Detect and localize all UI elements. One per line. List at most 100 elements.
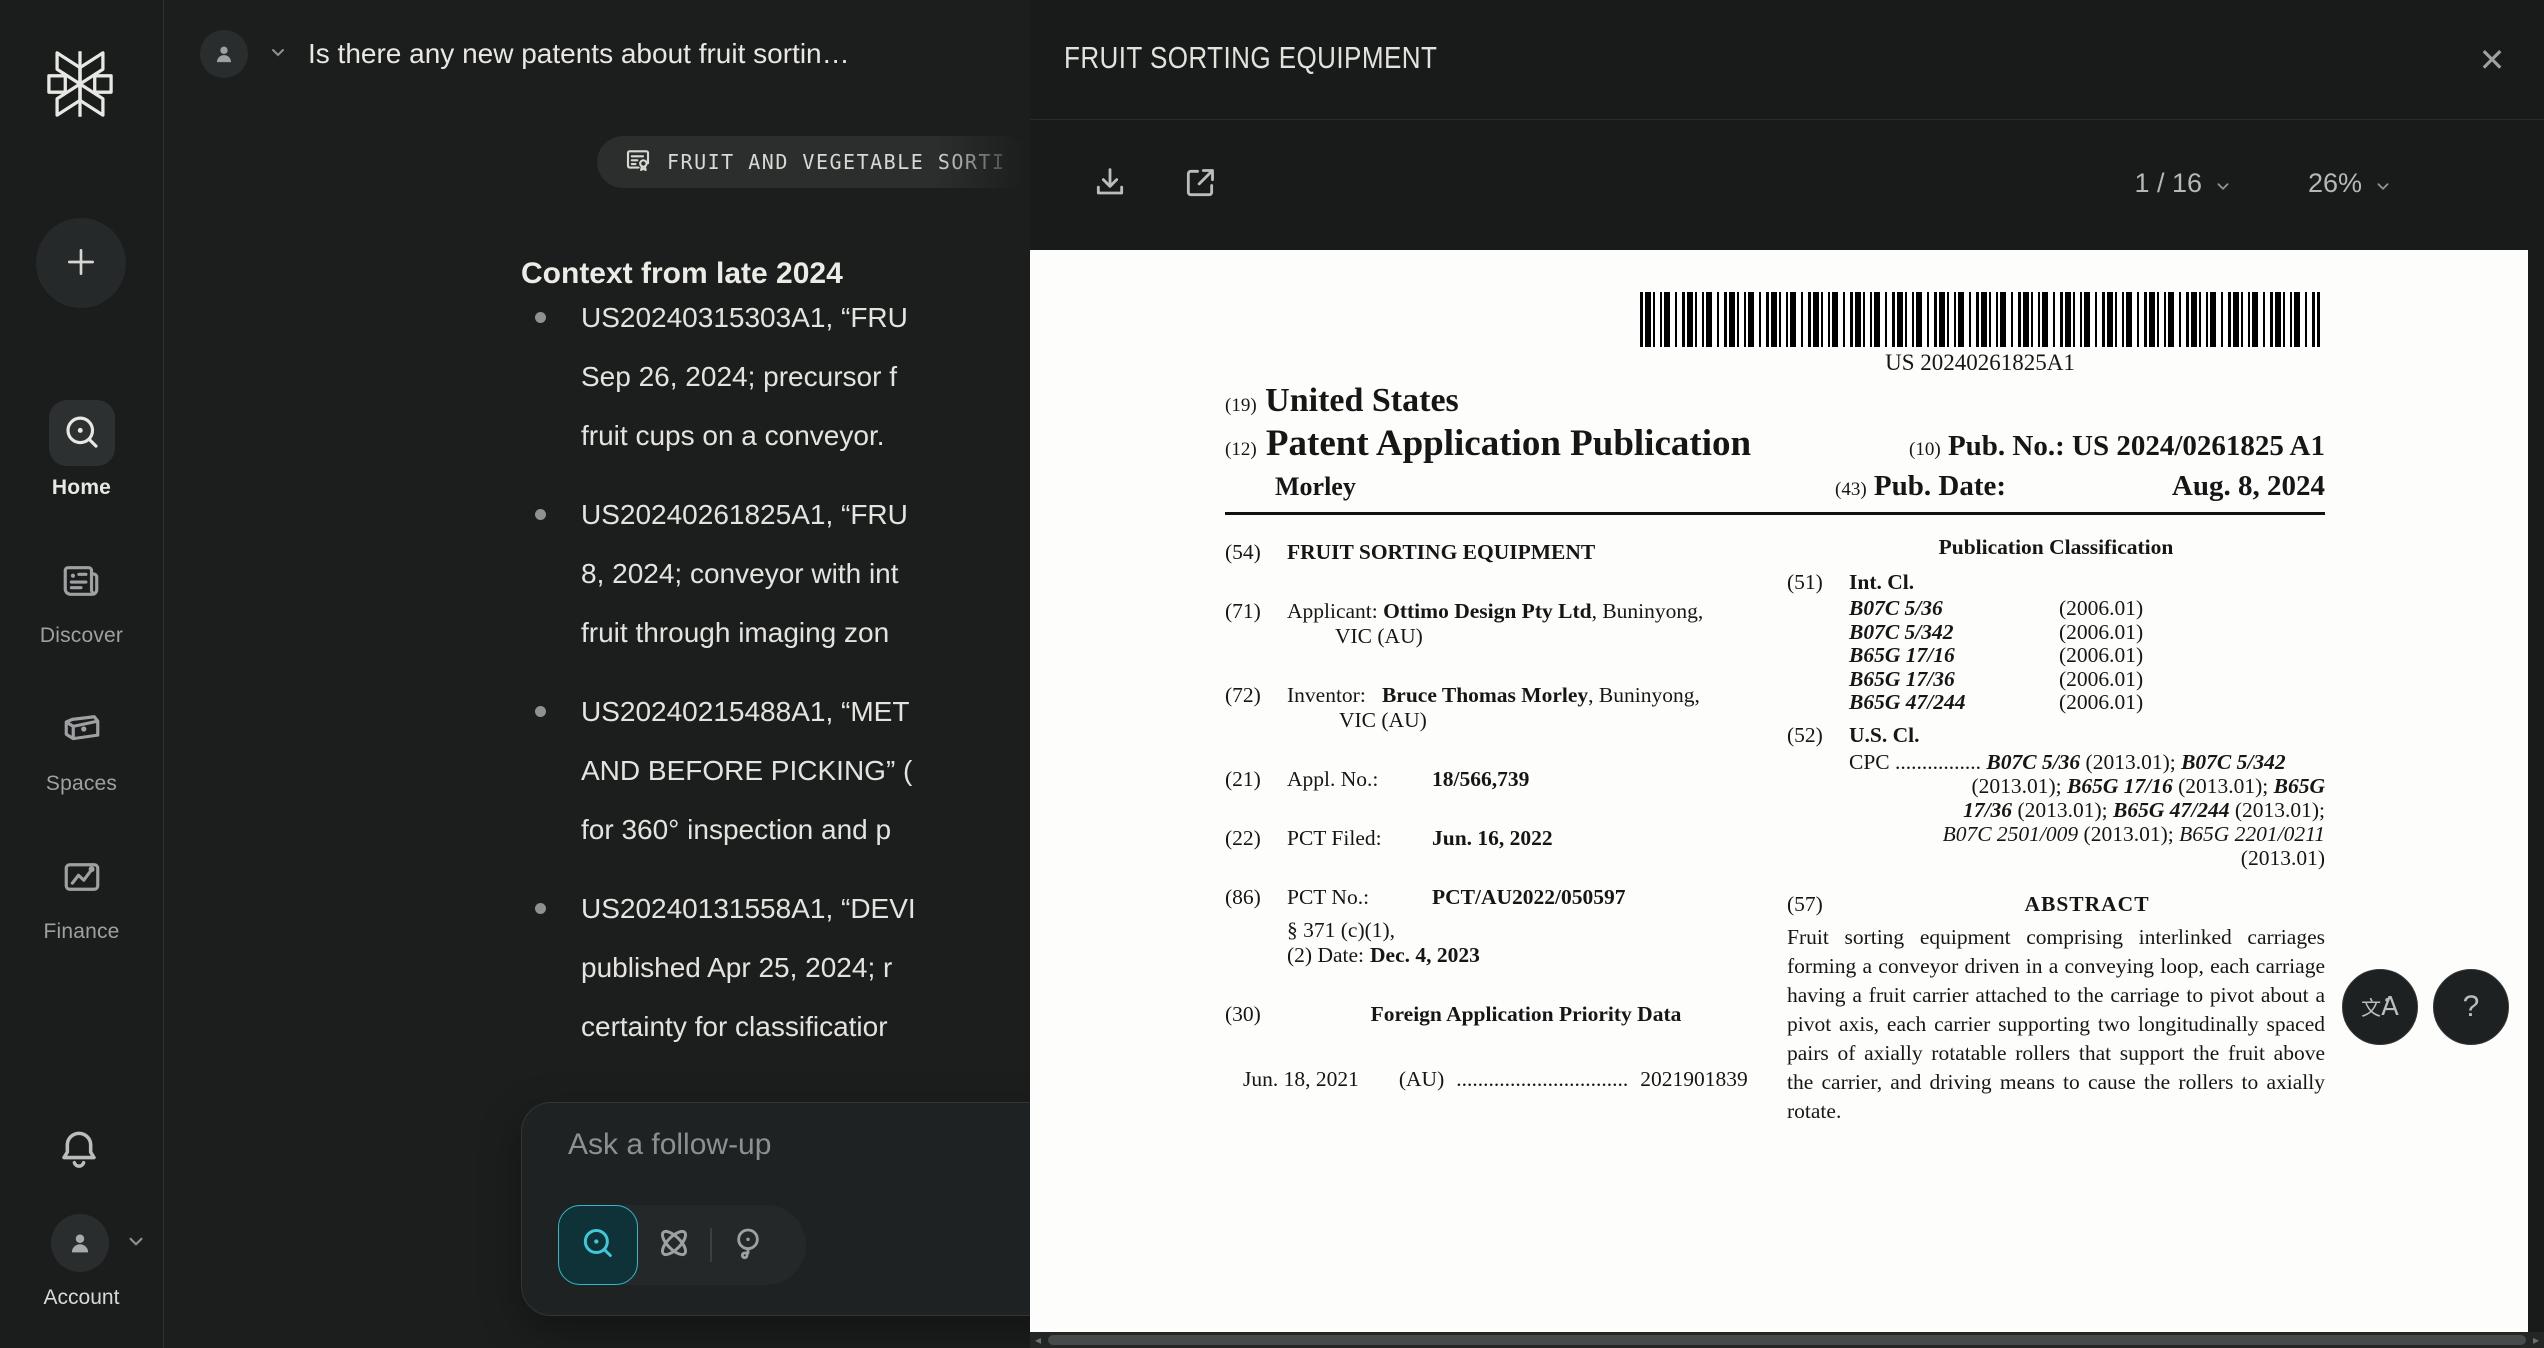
sidebar-nav: Home Discover xyxy=(0,400,163,944)
sidebar-item-spaces[interactable]: Spaces xyxy=(46,696,117,796)
bullet-line: certainty for classificatior xyxy=(581,997,1041,1056)
doc-pct-no-row: (86) PCT No.: PCT/AU2022/050597 xyxy=(1225,885,1765,910)
attachment-badge-label: FRUIT AND VEGETABLE SORTI xyxy=(667,150,1006,174)
research-mode-button[interactable] xyxy=(638,1222,710,1269)
bullet-line: fruit cups on a conveyor. xyxy=(581,406,1041,465)
doc-inventor-row: (72) Inventor: Bruce Thomas Morley, Buni… xyxy=(1225,683,1765,733)
account-menu[interactable] xyxy=(51,1214,149,1272)
doc-right-column: Publication Classification (51) Int. Cl.… xyxy=(1787,535,2325,1147)
doc-abstract-heading: (57) ABSTRACT xyxy=(1787,892,2325,917)
doc-cpc-block: CPC ................ B07C 5/36 (2013.01)… xyxy=(1787,750,2325,870)
question-mark-icon: ? xyxy=(2463,990,2480,1024)
bullet-dot xyxy=(535,312,546,323)
bullet-line: US20240131558A1, “DEVI xyxy=(581,879,1041,938)
download-button[interactable] xyxy=(1088,162,1132,206)
cpc-line: 17/36 (2013.01); B65G 47/244 (2013.01); xyxy=(1849,798,2325,822)
cpc-line: CPC ................ B07C 5/36 (2013.01)… xyxy=(1849,750,2325,774)
external-link-icon xyxy=(1180,191,1220,206)
cpc-line: (2013.01); B65G 17/16 (2013.01); B65G xyxy=(1849,774,2325,798)
panel-header: FRUIT SORTING EQUIPMENT ✕ xyxy=(1030,0,2544,120)
close-icon: ✕ xyxy=(2479,42,2506,78)
intcl-row: B65G 17/36 (2006.01) xyxy=(1787,668,2325,692)
followup-input[interactable] xyxy=(566,1127,1090,1163)
thread-title: Is there any new patents about fruit sor… xyxy=(308,38,850,70)
bullet-dot xyxy=(535,903,546,914)
patent-document-page: US 20240261825A1 (19) United States (12)… xyxy=(1030,250,2528,1338)
list-item: US20240261825A1, “FRU 8, 2024; conveyor … xyxy=(521,485,1041,662)
doc-intcl-list: B07C 5/36 (2006.01) B07C 5/342 (2006.01)… xyxy=(1787,597,2325,715)
sidebar-item-label: Spaces xyxy=(46,772,117,796)
user-avatar[interactable] xyxy=(200,30,248,78)
doc-pub-date: (43) Pub. Date: Aug. 8, 2024 xyxy=(1835,470,2325,503)
bullet-line: Sep 26, 2024; precursor f xyxy=(581,347,1041,406)
doc-pub-no: (10) Pub. No.: US 2024/0261825 A1 xyxy=(1835,430,2325,463)
barcode-caption: US 20240261825A1 xyxy=(1640,350,2320,376)
bullet-line: for 360° inspection and p xyxy=(581,800,1041,859)
help-button[interactable]: ? xyxy=(2433,969,2509,1045)
patent-viewer-panel: FRUIT SORTING EQUIPMENT ✕ xyxy=(1030,0,2544,1348)
sidebar: Home Discover xyxy=(0,0,164,1348)
chevron-down-icon xyxy=(123,1228,149,1259)
cpc-line: (2013.01) xyxy=(1849,846,2325,870)
doc-left-column: (54) FRUIT SORTING EQUIPMENT (71) Applic… xyxy=(1225,540,1765,1092)
open-external-button[interactable] xyxy=(1178,162,1222,206)
sidebar-item-label: Discover xyxy=(40,624,123,648)
right-gutter xyxy=(2528,250,2544,1332)
search-mode-button[interactable] xyxy=(558,1205,638,1285)
close-button[interactable]: ✕ xyxy=(2470,38,2514,82)
list-item: US20240131558A1, “DEVI published Apr 25,… xyxy=(521,879,1041,1056)
avatar xyxy=(51,1214,109,1272)
horizontal-scrollbar[interactable]: ◂ ▸ xyxy=(1030,1332,2544,1348)
doc-country: (19) United States xyxy=(1225,382,1459,420)
perplexity-logo-icon[interactable] xyxy=(44,48,116,120)
sidebar-item-home[interactable]: Home xyxy=(49,400,115,500)
doc-inventor-surname: Morley xyxy=(1275,472,1356,502)
doc-uscl-heading: (52) U.S. Cl. xyxy=(1787,723,2325,748)
patent-bullet-list: US20240315303A1, “FRU Sep 26, 2024; prec… xyxy=(521,288,1041,1076)
bullet-line: fruit through imaging zon xyxy=(581,603,1041,662)
doc-appl-no-row: (21) Appl. No.: 18/566,739 xyxy=(1225,767,1765,792)
sidebar-item-label: Home xyxy=(52,476,111,500)
intcl-row: B07C 5/36 (2006.01) xyxy=(1787,597,2325,621)
scroll-left-arrow[interactable]: ◂ xyxy=(1030,1332,1046,1348)
chevron-down-icon xyxy=(2372,173,2394,195)
patent-certificate-icon xyxy=(623,145,653,180)
chevron-down-icon[interactable] xyxy=(266,40,290,69)
bullet-dot xyxy=(535,706,546,717)
bullet-line: published Apr 25, 2024; r xyxy=(581,938,1041,997)
labs-mode-button[interactable] xyxy=(712,1223,784,1268)
doc-371-row: § 371 (c)(1), (2) Date:Dec. 4, 2023 xyxy=(1225,918,1765,968)
sidebar-item-finance[interactable]: Finance xyxy=(43,844,119,944)
translate-button[interactable]: 文̇A xyxy=(2342,969,2418,1045)
translate-icon: 文̇A xyxy=(2361,992,2399,1022)
chevron-down-icon xyxy=(2212,173,2234,195)
app: Home Discover xyxy=(0,0,2544,1348)
newspaper-icon xyxy=(48,548,114,614)
doc-classification-heading: Publication Classification xyxy=(1787,535,2325,560)
account-label: Account xyxy=(0,1286,163,1310)
spaces-icon xyxy=(49,696,115,762)
viewer-toolbar: 1 / 16 26% xyxy=(1030,120,2544,248)
atom-orbit-icon xyxy=(653,1222,695,1269)
sidebar-bottom: Account xyxy=(0,1118,163,1348)
notifications-button[interactable] xyxy=(47,1118,111,1182)
cpc-line: B07C 2501/009 (2013.01); B65G 2201/0211 xyxy=(1849,822,2325,846)
panel-title: FRUIT SORTING EQUIPMENT xyxy=(1064,40,1437,76)
divider xyxy=(1225,512,2325,515)
attachment-badge[interactable]: FRUIT AND VEGETABLE SORTI xyxy=(597,136,1032,188)
plus-icon xyxy=(61,242,101,285)
zoom-level-value: 26% xyxy=(2308,168,2362,199)
bullet-line: AND BEFORE PICKING” ( xyxy=(581,741,1041,800)
bullet-line: US20240261825A1, “FRU xyxy=(581,485,1041,544)
section-heading: Context from late 2024 xyxy=(521,257,843,291)
intcl-row: B07C 5/342 (2006.01) xyxy=(1787,621,2325,645)
new-thread-button[interactable] xyxy=(36,218,126,308)
doc-abstract-text: Fruit sorting equipment comprising inter… xyxy=(1787,923,2325,1126)
page-indicator[interactable]: 1 / 16 xyxy=(2134,168,2234,199)
scroll-right-arrow[interactable]: ▸ xyxy=(2528,1332,2544,1348)
zoom-control[interactable]: 26% xyxy=(2308,168,2394,199)
sidebar-item-discover[interactable]: Discover xyxy=(40,548,123,648)
barcode xyxy=(1640,292,2320,347)
scrollbar-thumb[interactable] xyxy=(1048,1335,2526,1345)
doc-pct-filed-row: (22) PCT Filed: Jun. 16, 2022 xyxy=(1225,826,1765,851)
